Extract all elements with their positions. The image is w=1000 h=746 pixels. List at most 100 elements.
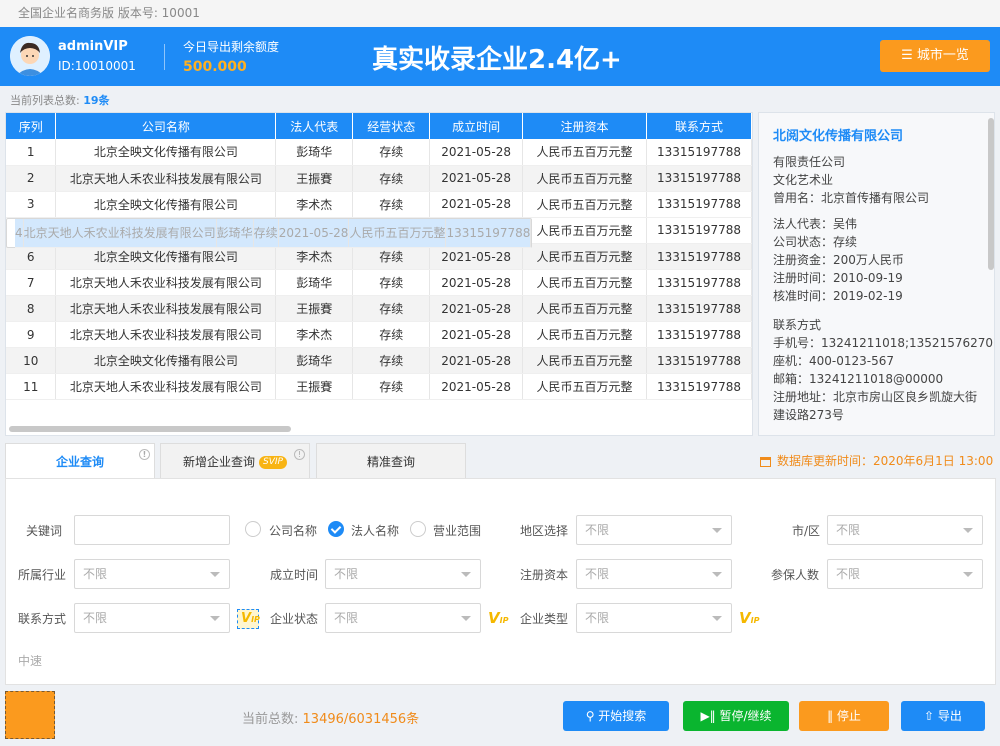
username: adminVIP [58,39,128,54]
contact-select[interactable]: 不限 [74,603,230,633]
table-cell: 人民币五百万元整 [522,269,648,296]
table-cell: 人民币五百万元整 [522,243,648,270]
vip-letter: V [488,609,500,627]
industry-select-value: 不限 [83,567,108,581]
city-select-value: 不限 [836,523,861,537]
chevron-down-icon [712,572,722,577]
detail-line: 手机号：13241211018;13521576270 [773,336,994,350]
column-header[interactable]: 序列 [6,113,57,139]
table-row[interactable]: 2 北京天地人禾农业科技发展有限公司 王振賽 存续 2021-05-28 人民币五百万元整… [6,165,752,192]
vip-suffix: IP [750,616,760,625]
table-cell: 彭琦华 [216,218,254,248]
info-icon[interactable]: ! [139,449,150,460]
city-label: 市/区 [792,524,821,538]
column-header[interactable]: 成立时间 [429,113,524,139]
orange-block[interactable] [5,691,55,739]
keyword-label: 关键词 [26,524,63,538]
column-header[interactable]: 注册资本 [522,113,648,139]
avatar[interactable] [10,36,50,76]
capital-select[interactable]: 不限 [576,559,732,589]
info-icon[interactable]: ! [294,449,305,460]
tab-new-company-query[interactable]: 新增企业查询 SVIP ! [160,443,310,480]
radio-legal-person[interactable] [328,521,344,537]
vertical-scrollbar[interactable] [988,118,994,270]
table-cell: 李术杰 [275,321,354,348]
detail-company-name: 北阅文化传播有限公司 [773,129,904,144]
vip-letter: V [241,611,252,626]
export-button[interactable]: ⇧ 导出 [901,701,985,731]
insured-select[interactable]: 不限 [827,559,983,589]
chevron-down-icon [712,616,722,621]
region-select[interactable]: 不限 [576,515,732,545]
chevron-down-icon [461,616,471,621]
radio-company-name[interactable] [245,521,261,537]
table-row[interactable]: 9 北京天地人禾农业科技发展有限公司 李术杰 存续 2021-05-28 人民币五百万元整… [6,321,752,348]
quota-value: 500.000 [183,59,247,75]
chevron-down-icon [461,572,471,577]
table-cell: 人民币五百万元整 [522,347,648,374]
table-cell: 存续 [352,269,431,296]
detail-line: 核准时间：2019-02-19 [773,289,903,303]
table-cell: 北京全映文化传播有限公司 [55,191,277,218]
table-row[interactable]: 7 北京天地人禾农业科技发展有限公司 彭琦华 存续 2021-05-28 人民币五百万元整… [6,269,752,296]
chevron-down-icon [210,572,220,577]
table-cell: 13315197788 [646,165,752,192]
table-cell: 存续 [352,347,431,374]
table-cell: 13315197788 [646,295,752,322]
play-pause-icon: ▶‖ [700,709,720,723]
pause-resume-button[interactable]: ▶‖ 暂停/继续 [683,701,789,731]
table-cell: 人民币五百万元整 [522,295,648,322]
city-list-label: 城市一览 [916,48,969,63]
company-type-select[interactable]: 不限 [576,603,732,633]
search-icon: ⚲ [585,709,599,723]
list-count-value: 19条 [83,94,110,107]
industry-select[interactable]: 不限 [74,559,230,589]
company-status-select-value: 不限 [334,611,359,625]
table-row[interactable]: 1 北京全映文化传播有限公司 彭琦华 存续 2021-05-28 人民币五百万元整 1331… [6,139,752,166]
table-cell: 2021-05-28 [429,191,524,218]
radio-business-scope[interactable] [410,521,426,537]
region-label: 地区选择 [520,524,569,538]
horizontal-scrollbar[interactable] [9,426,291,432]
tab-precise-query[interactable]: 精准查询 [316,443,466,480]
column-header[interactable]: 法人代表 [275,113,354,139]
vip-icon[interactable]: VIP [237,609,260,630]
radio-legal-person-label: 法人名称 [351,524,400,538]
vip-suffix: IP [499,616,509,625]
stop-button[interactable]: ‖ 停止 [799,701,889,731]
company-status-select[interactable]: 不限 [325,603,481,633]
column-header[interactable]: 联系方式 [646,113,752,139]
tab-new-company-query-label: 新增企业查询 [183,455,256,469]
table-cell: 13315197788 [646,321,752,348]
table-cell: 4 [15,218,24,248]
found-time-select-value: 不限 [334,567,359,581]
tab-company-query[interactable]: 企业查询 ! [5,443,155,480]
detail-line: 公司状态：存续 [773,235,858,249]
tab-company-query-label: 企业查询 [55,455,104,469]
industry-label: 所属行业 [18,568,67,582]
table-row[interactable]: 4 北京天地人禾农业科技发展有限公司 彭琦华 存续 2021-05-28 人民币五百万元整… [6,217,533,248]
keyword-input[interactable] [74,515,230,545]
column-header[interactable]: 经营状态 [352,113,431,139]
city-select[interactable]: 不限 [827,515,983,545]
table-cell: 2021-05-28 [429,347,524,374]
insured-label: 参保人数 [771,568,820,582]
table-cell: 7 [6,269,57,296]
table-cell: 北京天地人禾农业科技发展有限公司 [55,165,277,192]
table-row[interactable]: 3 北京全映文化传播有限公司 李术杰 存续 2021-05-28 人民币五百万元整 1331… [6,191,752,218]
table-row[interactable]: 10 北京全映文化传播有限公司 彭琦华 存续 2021-05-28 人民币五百万元整 133… [6,347,752,374]
export-label: 导出 [937,709,962,723]
table-row[interactable]: 8 北京天地人禾农业科技发展有限公司 王振賽 存续 2021-05-28 人民币五百万元整… [6,295,752,322]
chevron-down-icon [963,528,973,533]
start-search-button[interactable]: ⚲ 开始搜索 [563,701,669,731]
city-list-button[interactable]: ☰ 城市一览 [880,40,990,72]
vip-icon-text: VIP [241,609,260,630]
slogan: 真实收录企业2.4亿+ [372,45,622,75]
column-header[interactable]: 公司名称 [55,113,277,139]
header-divider [164,44,165,70]
total-count: 当前总数: 13496/6031456条 [242,708,419,727]
table-row[interactable]: 11 北京天地人禾农业科技发展有限公司 王振賽 存续 2021-05-28 人民币五百万元… [6,373,752,400]
found-time-select[interactable]: 不限 [325,559,481,589]
company-detail-panel: 北阅文化传播有限公司 有限责任公司 文化艺术业 曾用名：北京首传播有限公司 法人代表：… [758,112,995,436]
calendar-icon [760,456,771,467]
